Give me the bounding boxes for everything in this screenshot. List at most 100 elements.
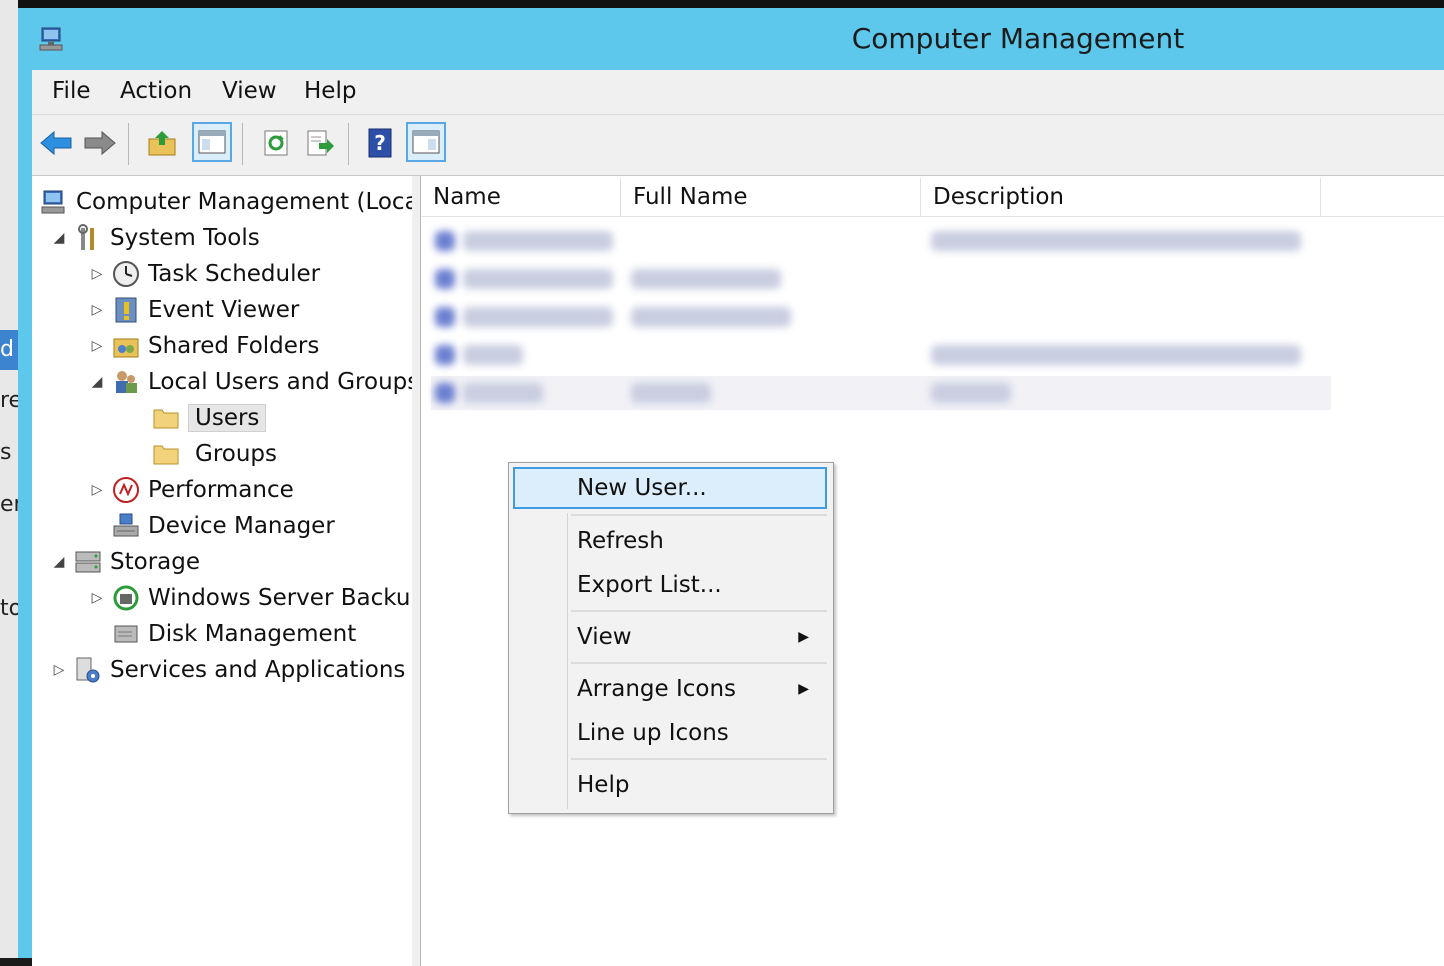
expand-arrow-icon[interactable]: ▷ xyxy=(86,338,108,354)
menu-file[interactable]: File xyxy=(52,78,91,104)
menu-item-refresh[interactable]: Refresh xyxy=(513,520,827,562)
up-folder-icon xyxy=(148,131,176,156)
tree-item-local-users-and-groups[interactable]: ◢ Local Users and Groups xyxy=(86,366,420,398)
tree-item-label: Performance xyxy=(148,477,294,503)
expand-arrow-icon[interactable]: ▷ xyxy=(86,482,108,498)
console-tree: Computer Management (Local ◢ System Tool… xyxy=(32,176,425,966)
tree-item-label: Shared Folders xyxy=(148,333,320,359)
submenu-arrow-icon: ▶ xyxy=(798,629,809,645)
menu-item-view[interactable]: View ▶ xyxy=(513,616,827,658)
back-button[interactable] xyxy=(38,125,74,161)
menu-help[interactable]: Help xyxy=(304,78,356,104)
event-viewer-icon xyxy=(112,296,140,324)
expand-arrow-icon[interactable]: ▷ xyxy=(48,662,70,678)
tree-item-event-viewer[interactable]: ▷ Event Viewer xyxy=(86,294,300,326)
context-menu: New User... Refresh Export List... View … xyxy=(508,462,834,814)
menu-item-export-list[interactable]: Export List... xyxy=(513,564,827,606)
tree-item-label: Windows Server Backup xyxy=(148,585,426,611)
up-one-level-button[interactable] xyxy=(144,125,180,161)
forward-button[interactable] xyxy=(82,125,118,161)
table-row[interactable] xyxy=(431,262,1331,296)
show-hide-console-tree-button[interactable] xyxy=(192,122,232,162)
window-title: Computer Management xyxy=(851,22,1185,55)
background-fragment: re xyxy=(0,388,18,413)
menu-item-line-up-icons[interactable]: Line up Icons xyxy=(513,712,827,754)
tree-item-label: System Tools xyxy=(110,225,260,251)
help-button[interactable]: ? xyxy=(362,125,398,161)
performance-icon xyxy=(112,476,140,504)
collapse-arrow-icon[interactable]: ◢ xyxy=(48,230,70,246)
export-list-button[interactable] xyxy=(302,125,338,161)
menu-item-label: View xyxy=(577,624,632,650)
tree-item-label: Disk Management xyxy=(148,621,357,647)
collapse-arrow-icon[interactable]: ◢ xyxy=(48,554,70,570)
computer-management-icon xyxy=(40,188,68,216)
services-icon xyxy=(74,656,102,684)
storage-icon xyxy=(74,548,102,576)
forward-icon xyxy=(84,130,116,156)
folder-icon xyxy=(152,440,180,468)
tree-item-system-tools[interactable]: ◢ System Tools xyxy=(48,222,260,254)
menu-item-new-user[interactable]: New User... xyxy=(513,467,827,509)
submenu-arrow-icon: ▶ xyxy=(798,681,809,697)
expand-arrow-icon[interactable]: ▷ xyxy=(86,590,108,606)
back-icon xyxy=(40,130,72,156)
computer-management-app-icon[interactable] xyxy=(38,26,66,52)
menu-item-help[interactable]: Help xyxy=(513,764,827,806)
show-hide-console-tree-icon xyxy=(198,130,226,154)
tree-item-label: Local Users and Groups xyxy=(148,369,420,395)
tree-item-shared-folders[interactable]: ▷ Shared Folders xyxy=(86,330,320,362)
tree-item-task-scheduler[interactable]: ▷ Task Scheduler xyxy=(86,258,320,290)
tools-icon xyxy=(74,224,102,252)
tree-item-label: Computer Management (Local xyxy=(76,189,426,215)
background-fragment: er xyxy=(0,492,18,517)
menu-view[interactable]: View xyxy=(222,78,277,104)
tree-item-performance[interactable]: ▷ Performance xyxy=(86,474,294,506)
tree-item-label: Event Viewer xyxy=(148,297,300,323)
background-window-edge: d re s er to xyxy=(0,0,18,958)
clock-icon xyxy=(112,260,140,288)
tree-item-groups[interactable]: Groups xyxy=(148,438,277,470)
tree-item-windows-server-backup[interactable]: ▷ Windows Server Backup xyxy=(86,582,425,614)
shared-folder-icon xyxy=(112,332,140,360)
pane-splitter[interactable] xyxy=(412,176,421,966)
users-groups-icon xyxy=(112,368,140,396)
export-list-icon xyxy=(307,130,334,156)
show-hide-action-pane-icon xyxy=(412,130,440,154)
device-manager-icon xyxy=(112,512,140,540)
table-row[interactable] xyxy=(431,224,1331,258)
collapse-arrow-icon[interactable]: ◢ xyxy=(86,374,108,390)
column-header-description[interactable]: Description xyxy=(921,178,1321,216)
tree-item-label: Task Scheduler xyxy=(148,261,321,287)
title-bar[interactable]: Computer Management xyxy=(18,8,1444,70)
expand-arrow-icon[interactable]: ▷ xyxy=(86,266,108,282)
show-hide-action-pane-button[interactable] xyxy=(406,122,446,162)
tree-item-computer-management[interactable]: Computer Management (Local xyxy=(36,186,425,218)
refresh-button[interactable] xyxy=(258,125,294,161)
tree-item-label: Device Manager xyxy=(148,513,335,539)
help-icon: ? xyxy=(368,128,392,158)
column-header-name[interactable]: Name xyxy=(421,178,621,216)
background-fragment: s xyxy=(0,440,12,465)
svg-text:?: ? xyxy=(374,131,386,155)
menu-action[interactable]: Action xyxy=(120,78,192,104)
toolbar: ? xyxy=(32,114,1444,176)
table-row[interactable] xyxy=(431,300,1331,334)
tree-item-storage[interactable]: ◢ Storage xyxy=(48,546,200,578)
background-fragment: to xyxy=(0,596,18,621)
backup-icon xyxy=(112,584,140,612)
tree-item-device-manager[interactable]: Device Manager xyxy=(108,510,335,542)
background-fragment: d xyxy=(0,330,18,370)
tree-item-users[interactable]: Users xyxy=(148,402,267,434)
expand-arrow-icon[interactable]: ▷ xyxy=(86,302,108,318)
tree-item-services-and-applications[interactable]: ▷ Services and Applications xyxy=(48,654,406,686)
table-row[interactable] xyxy=(431,338,1331,372)
column-header-full-name[interactable]: Full Name xyxy=(621,178,921,216)
table-row[interactable] xyxy=(431,376,1331,410)
tree-item-label: Groups xyxy=(195,441,278,467)
tree-item-label: Services and Applications xyxy=(110,657,406,683)
tree-item-disk-management[interactable]: Disk Management xyxy=(108,618,356,650)
tree-item-label: Users xyxy=(188,404,267,432)
menu-item-arrange-icons[interactable]: Arrange Icons ▶ xyxy=(513,668,827,710)
disk-icon xyxy=(112,620,140,648)
